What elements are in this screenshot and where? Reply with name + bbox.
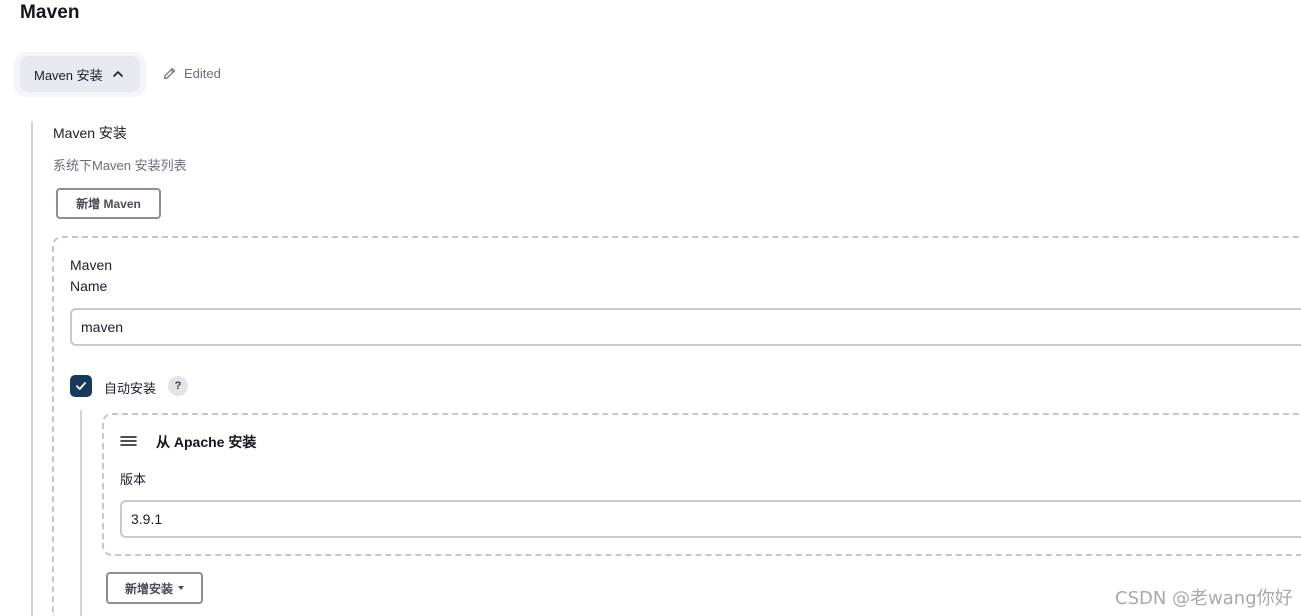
installations-description: 系统下Maven 安装列表 <box>53 158 187 173</box>
edited-label: Edited <box>184 66 221 81</box>
maven-name-label-line1: Maven <box>70 257 113 273</box>
add-installer-button[interactable]: 新增安装 <box>106 572 203 604</box>
add-installer-label: 新增安装 <box>124 581 173 596</box>
pencil-icon <box>163 68 175 80</box>
installer-title: 从 Apache 安装 <box>156 434 257 450</box>
maven-name-label-line2: Name <box>70 278 108 294</box>
installations-label: Maven 安装 <box>53 125 127 141</box>
toggle-label: Maven 安装 <box>34 67 103 83</box>
section-title: Maven <box>20 2 80 23</box>
version-input[interactable]: 3.9.1 <box>120 500 1301 538</box>
maven-name-label: Maven Name <box>70 255 112 297</box>
installer-group-bar <box>80 410 82 616</box>
version-label: 版本 <box>120 472 147 487</box>
caret-down-icon <box>178 586 184 590</box>
maven-install-toggle-button[interactable]: Maven 安装 <box>20 56 140 92</box>
drag-handle-icon[interactable] <box>120 434 138 448</box>
maven-name-value: maven <box>81 319 124 335</box>
watermark: CSDN @老wang你好 <box>1115 588 1293 609</box>
version-value: 3.9.1 <box>131 511 163 527</box>
edited-indicator: Edited <box>162 66 221 81</box>
chevron-up-icon <box>112 68 124 80</box>
auto-install-checkbox[interactable] <box>70 375 92 397</box>
maven-config-page: Maven Maven 安装 Edited Maven 安装 系统下Maven … <box>0 0 1301 616</box>
maven-name-input[interactable]: maven <box>70 308 1301 346</box>
add-maven-button[interactable]: 新增 Maven <box>56 188 161 219</box>
help-icon[interactable]: ? <box>168 376 188 396</box>
checkmark-icon <box>76 382 86 390</box>
auto-install-label: 自动安装 <box>104 381 157 396</box>
installations-group-bar <box>31 122 33 616</box>
